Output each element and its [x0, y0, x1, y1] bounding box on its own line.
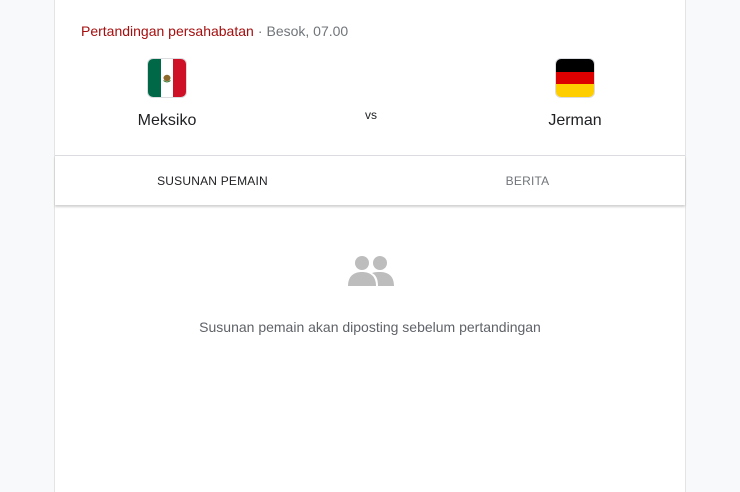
separator: · [257, 23, 263, 39]
home-team[interactable]: Meksiko [107, 58, 227, 130]
tab-lineup[interactable]: SUSUNAN PEMAIN [55, 156, 370, 205]
match-header: Pertandingan persahabatan · Besok, 07.00 [81, 23, 348, 39]
match-time: Besok, 07.00 [266, 23, 349, 39]
tab-news[interactable]: BERITA [370, 156, 685, 205]
people-icon [348, 255, 394, 289]
vs-label: vs [365, 108, 377, 122]
tab-bar: SUSUNAN PEMAIN BERITA [55, 155, 685, 205]
away-team[interactable]: Jerman [515, 58, 635, 130]
match-card: Pertandingan persahabatan · Besok, 07.00 M… [54, 0, 686, 492]
away-team-name: Jerman [548, 112, 602, 129]
competition-link[interactable]: Pertandingan persahabatan [81, 23, 254, 39]
home-team-name: Meksiko [137, 112, 197, 129]
empty-state-message: Susunan pemain akan diposting sebelum pe… [199, 319, 541, 335]
germany-flag-icon [555, 58, 595, 98]
mexico-flag-icon [147, 58, 187, 98]
